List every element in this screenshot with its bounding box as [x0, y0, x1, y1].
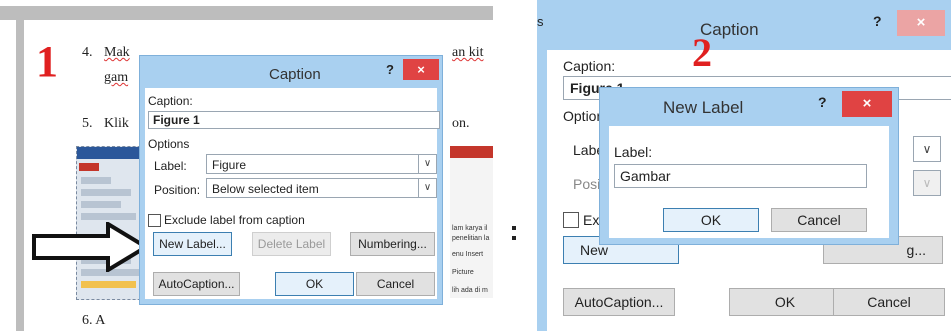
- doc-text-item4-line2: gam: [104, 70, 129, 85]
- new-label-cancel-button[interactable]: Cancel: [771, 208, 867, 232]
- separator-dot-bottom: [512, 236, 516, 240]
- doc-text-item4-start: Mak: [104, 45, 130, 60]
- new-label-help-button[interactable]: ?: [818, 94, 827, 110]
- doc-text-item5-start: Klik: [104, 116, 129, 131]
- embedded-word-screenshot-right: lam karya il penelitian la enu Insert Pi…: [450, 146, 493, 298]
- new-label-close-button[interactable]: ×: [842, 91, 892, 117]
- bg-caption-label: Caption:: [563, 58, 616, 74]
- new-label-body: Label: Gambar OK Cancel: [609, 126, 889, 238]
- new-label-input[interactable]: Gambar: [614, 164, 867, 188]
- numbering-button[interactable]: Numbering...: [350, 232, 435, 256]
- snippet-1: lam karya il: [452, 225, 488, 232]
- position-field-label: Position:: [154, 183, 201, 197]
- clipped-text-edge: s: [537, 14, 544, 29]
- snippet-2: penelitian la: [452, 235, 490, 242]
- separator-dot-top: [512, 226, 516, 230]
- list-item-6: 6. A: [82, 313, 106, 328]
- new-label-title: New Label: [663, 98, 744, 117]
- chevron-down-icon[interactable]: ∨: [913, 170, 941, 196]
- snippet-4: Picture: [452, 269, 474, 276]
- ok-button[interactable]: OK: [275, 272, 354, 296]
- bg-cancel-button[interactable]: Cancel: [833, 288, 945, 316]
- exclude-label-checkbox[interactable]: [148, 214, 161, 227]
- new-label-field-label: Label:: [614, 144, 653, 160]
- list-number-5: 5.: [82, 116, 93, 131]
- step-number-1: 1: [36, 37, 58, 86]
- bg-exclude-checkbox[interactable]: [563, 212, 579, 228]
- snippet-3: enu Insert: [452, 251, 484, 258]
- chevron-down-icon[interactable]: ∨: [913, 136, 941, 162]
- pointer-arrow-icon: [32, 222, 150, 272]
- caption-dialog-body: Caption: Figure 1 Options Label: Figure …: [145, 88, 440, 299]
- chevron-down-icon: ∨: [418, 179, 436, 197]
- new-label-ok-button[interactable]: OK: [663, 208, 759, 232]
- right-screenshot-panel: s Caption ? × Caption: Figure 1 Option L…: [537, 0, 951, 331]
- caption-dialog-title: Caption: [269, 66, 321, 83]
- cancel-button[interactable]: Cancel: [356, 272, 435, 296]
- new-label-button[interactable]: New Label...: [153, 232, 232, 256]
- new-label-dialog: New Label ? × Label: Gambar OK Cancel: [599, 87, 899, 245]
- doc-text-item5-end: on.: [452, 116, 470, 131]
- close-button[interactable]: ×: [403, 59, 439, 80]
- help-button[interactable]: ?: [386, 62, 394, 77]
- document-left-frame: [16, 6, 24, 331]
- document-top-frame: [0, 6, 493, 20]
- doc-text-item4-end: an kit: [452, 45, 484, 60]
- bg-close-button[interactable]: ×: [897, 10, 945, 36]
- left-screenshot-panel: 1 4. Mak an kit gam 5. Klik on. 6. A lam…: [0, 0, 493, 331]
- label-select[interactable]: Figure ∨: [206, 154, 437, 174]
- bg-autocaption-button[interactable]: AutoCaption...: [563, 288, 675, 316]
- delete-label-button[interactable]: Delete Label: [252, 232, 331, 256]
- position-select-value: Below selected item: [212, 182, 319, 196]
- label-select-value: Figure: [212, 158, 247, 172]
- list-number-4: 4.: [82, 45, 93, 60]
- position-select[interactable]: Below selected item ∨: [206, 178, 437, 198]
- step-number-2: 2: [692, 30, 712, 75]
- caption-dialog: Caption ? × Caption: Figure 1 Options La…: [139, 55, 443, 305]
- snippet-5: lih ada di m: [452, 287, 488, 294]
- bg-help-button[interactable]: ?: [873, 13, 882, 29]
- caption-input[interactable]: Figure 1: [148, 111, 440, 129]
- caption-label: Caption:: [148, 94, 193, 108]
- chevron-down-icon: ∨: [418, 155, 436, 173]
- bg-ok-button[interactable]: OK: [729, 288, 841, 316]
- autocaption-button[interactable]: AutoCaption...: [153, 272, 240, 296]
- exclude-label-text: Exclude label from caption: [164, 213, 305, 227]
- options-group-label: Options: [148, 137, 190, 151]
- label-field-label: Label:: [154, 159, 187, 173]
